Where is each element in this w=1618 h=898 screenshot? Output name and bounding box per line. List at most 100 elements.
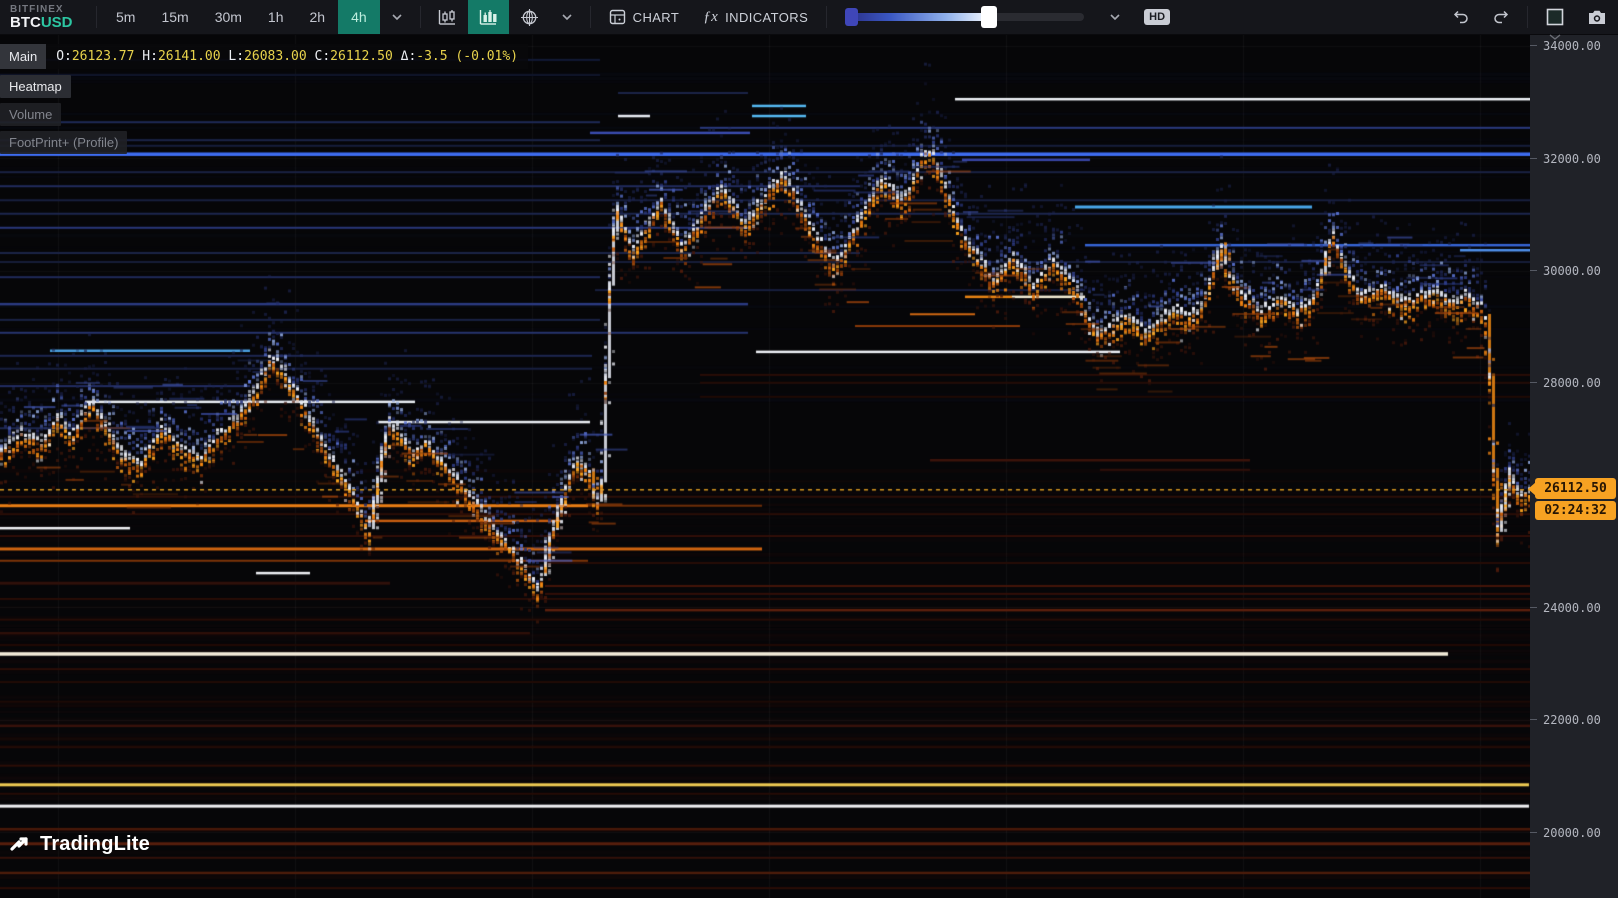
redo-button[interactable]: [1481, 0, 1521, 34]
toolbar: BITFINEX BTCUSD 5m 15m 30m 1h 2h 4h CHAR…: [0, 0, 1618, 40]
tick-label: 32000.00: [1543, 151, 1601, 166]
heatmap-chart-icon: [479, 10, 497, 25]
redo-icon: [1494, 10, 1509, 24]
indicators-label: INDICATORS: [725, 9, 809, 25]
globe-icon: [520, 8, 538, 26]
tick-label: 34000.00: [1543, 39, 1601, 54]
toolbar-divider: [826, 6, 828, 28]
high-label: H:: [142, 49, 158, 64]
chart-menu-button[interactable]: CHART: [597, 0, 692, 34]
timeframe-button-5m[interactable]: 5m: [103, 0, 148, 34]
chevron-down-icon: [562, 14, 572, 21]
toolbar-divider: [1527, 6, 1528, 28]
chart-panel-icon: [609, 9, 625, 25]
heatmap-style-button[interactable]: [467, 0, 509, 34]
main-layer-chip[interactable]: Main: [0, 44, 47, 69]
fx-icon: ƒx: [703, 8, 719, 25]
tick-dash: [1530, 382, 1537, 384]
indicators-button[interactable]: ƒx INDICATORS: [691, 0, 820, 34]
palette-dropdown-button[interactable]: [1098, 0, 1132, 34]
style-dropdown-button[interactable]: [550, 0, 584, 34]
price-axis[interactable]: 26112.50 02:24:32 34000.00 32000.00 30000.…: [1528, 34, 1618, 898]
toolbar-divider: [96, 6, 97, 28]
camera-icon: [1589, 10, 1605, 24]
tick-label: 24000.00: [1543, 600, 1601, 615]
candle-countdown: 02:24:32: [1535, 501, 1616, 521]
timeframe-button-1h[interactable]: 1h: [255, 0, 297, 34]
pair-quote: USD: [40, 13, 73, 31]
tick-dash: [1530, 719, 1537, 721]
price-tick-20000: 20000.00: [1530, 826, 1618, 840]
current-price-value: 26112.50: [1544, 481, 1607, 497]
tick-dash: [1530, 606, 1537, 608]
price-tick-32000: 32000.00: [1530, 152, 1618, 166]
tick-label: 22000.00: [1543, 713, 1601, 728]
timeframe-button-30m[interactable]: 30m: [202, 0, 255, 34]
price-tick-34000: 34000.00: [1530, 39, 1618, 53]
delta-label: Δ:: [400, 49, 417, 64]
timeframe-button-4h[interactable]: 4h: [338, 0, 380, 34]
symbol-selector[interactable]: BITFINEX BTCUSD: [0, 0, 90, 34]
countdown-value: 02:24:32: [1544, 503, 1607, 519]
price-tick-22000: 22000.00: [1530, 713, 1618, 727]
chart-stage: 26112.50 02:24:32 34000.00 32000.00 30000.…: [0, 34, 1618, 898]
candlestick-chart-icon: [438, 10, 455, 25]
high-value: 26141.00: [157, 49, 221, 64]
undo-icon: [1453, 10, 1468, 24]
layer-chip-heatmap[interactable]: Heatmap: [0, 75, 71, 98]
toolbar-divider: [419, 6, 421, 28]
tick-dash: [1530, 270, 1537, 271]
price-tick-28000: 28000.00: [1530, 376, 1618, 390]
chevron-down-icon: [1110, 14, 1120, 21]
layer-list: Heatmap Volume FootPrint+ (Profile): [0, 75, 128, 154]
tick-label: 30000.00: [1543, 264, 1601, 278]
timeframe-dropdown-button[interactable]: [380, 0, 414, 34]
heatmap-canvas[interactable]: [0, 34, 1530, 898]
undo-button[interactable]: [1441, 0, 1481, 34]
layout-square-icon: [1546, 8, 1564, 26]
candlestick-style-button[interactable]: [427, 0, 468, 34]
slider-handle[interactable]: [981, 6, 998, 28]
layout-chevron-icon: [1549, 34, 1561, 40]
price-tick-24000: 24000.00: [1530, 601, 1618, 615]
slider-fill: [847, 13, 990, 21]
ohlc-values: O: 26123.77 H: 26141.00 L: 26083.00 C: 26112…: [46, 44, 529, 69]
price-tag-arrow-icon: [1528, 481, 1536, 496]
tick-dash: [1530, 157, 1537, 159]
screenshot-button[interactable]: [1576, 0, 1618, 34]
pair-label: BTCUSD: [10, 13, 80, 31]
globe-view-button[interactable]: [509, 0, 550, 34]
open-value: 26123.77: [71, 49, 135, 64]
layer-chip-footprint-profile-[interactable]: FootPrint+ (Profile): [0, 131, 128, 154]
open-label: O:: [56, 49, 72, 64]
tick-dash: [1530, 831, 1537, 833]
timeframe-group: 5m 15m 30m 1h 2h 4h: [103, 0, 380, 34]
timeframe-button-2h[interactable]: 2h: [297, 0, 339, 34]
watermark-text: TradingLite: [40, 832, 150, 855]
slider-track[interactable]: [845, 6, 1085, 28]
tradinglite-watermark: TradingLite: [10, 832, 150, 856]
low-label: L:: [228, 49, 245, 64]
price-tick-30000: 30000.00: [1530, 264, 1618, 278]
close-value: 26112.50: [330, 49, 393, 64]
tick-label: 28000.00: [1543, 376, 1601, 391]
tradinglite-app: BITFINEX BTCUSD 5m 15m 30m 1h 2h 4h CHAR…: [0, 0, 1618, 898]
chart-menu-label: CHART: [632, 9, 680, 25]
hd-toggle[interactable]: HD: [1144, 9, 1171, 25]
layout-button[interactable]: [1534, 0, 1576, 40]
close-label: C:: [314, 49, 331, 64]
tick-label: 20000.00: [1543, 825, 1601, 840]
tick-dash: [1530, 45, 1537, 47]
slider-handle-min[interactable]: [845, 8, 859, 26]
tradinglite-logo-icon: [10, 837, 28, 851]
low-value: 26083.00: [244, 49, 307, 64]
layer-chip-volume[interactable]: Volume: [0, 103, 62, 126]
chevron-down-icon: [392, 14, 402, 21]
current-price-tag: 26112.50: [1528, 478, 1616, 500]
toolbar-divider: [589, 6, 591, 28]
ohlc-row: Main O: 26123.77 H: 26141.00 L: 26083.00 C:…: [0, 44, 529, 69]
delta-value: -3.5 (-0.01%): [416, 49, 519, 64]
heatmap-intensity-slider[interactable]: [833, 0, 1098, 34]
timeframe-button-15m[interactable]: 15m: [148, 0, 201, 34]
